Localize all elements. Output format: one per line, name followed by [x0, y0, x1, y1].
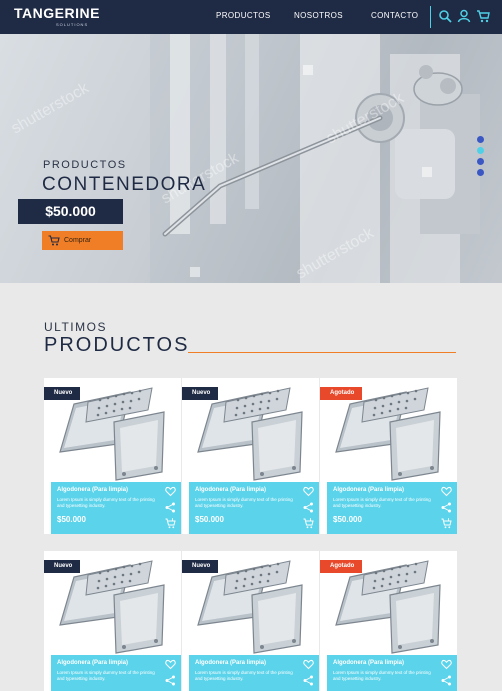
- share-icon[interactable]: [441, 502, 452, 513]
- carousel-dot-2[interactable]: [477, 147, 484, 154]
- brand-name: TANGERINE: [14, 5, 100, 21]
- product-badge: Nuevo: [182, 387, 219, 400]
- product-info: Algodonera (Para limpia) Lorem Ipsum is …: [189, 482, 319, 534]
- product-description: Lorem Ipsum is simply dummy text of the …: [195, 670, 293, 681]
- product-badge: Agotado: [320, 560, 363, 573]
- product-card[interactable]: Nuevo Algodonera (Para limpia) Lorem Ips…: [44, 551, 181, 691]
- cart-icon[interactable]: [476, 9, 490, 23]
- heart-icon[interactable]: [441, 659, 452, 670]
- heart-icon[interactable]: [303, 486, 314, 497]
- page: TANGERINE SOLUTIONS PRODUCTOS NOSOTROS C…: [0, 0, 502, 691]
- product-name[interactable]: Algodonera (Para limpia): [57, 660, 157, 666]
- product-price: $50.000: [333, 515, 362, 524]
- brand-tagline: SOLUTIONS: [56, 22, 89, 27]
- buy-button[interactable]: Comprar: [42, 231, 123, 250]
- nav-link-nosotros[interactable]: NOSOTROS: [294, 11, 343, 20]
- product-card[interactable]: Nuevo Algodonera (Para limpia) Lorem Ips…: [182, 551, 319, 691]
- product-badge: Nuevo: [182, 560, 219, 573]
- heart-icon[interactable]: [303, 659, 314, 670]
- hero-banner: shutterstock shutterstock shutterstock s…: [0, 34, 502, 283]
- product-description: Lorem Ipsum is simply dummy text of the …: [333, 497, 431, 508]
- product-name[interactable]: Algodonera (Para limpia): [333, 660, 433, 666]
- nav-divider: [430, 6, 431, 28]
- cart-add-icon[interactable]: [441, 518, 452, 529]
- product-card[interactable]: Nuevo Algodonera (Para limpia) Lorem Ips…: [182, 378, 319, 534]
- carousel-dot-3[interactable]: [477, 158, 484, 165]
- product-badge: Agotado: [320, 387, 363, 400]
- product-name[interactable]: Algodonera (Para limpia): [195, 487, 295, 493]
- share-icon[interactable]: [165, 502, 176, 513]
- product-info: Algodonera (Para limpia) Lorem Ipsum is …: [51, 655, 181, 691]
- share-icon[interactable]: [303, 502, 314, 513]
- product-description: Lorem Ipsum is simply dummy text of the …: [57, 670, 155, 681]
- hero-subtitle: PRODUCTOS: [43, 159, 127, 171]
- product-info: Algodonera (Para limpia) Lorem Ipsum is …: [327, 482, 457, 534]
- heart-icon[interactable]: [165, 659, 176, 670]
- product-description: Lorem Ipsum is simply dummy text of the …: [195, 497, 293, 508]
- cart-add-icon: [48, 235, 60, 246]
- section-subtitle: ULTIMOS: [44, 320, 107, 334]
- section-title: PRODUCTOS: [44, 334, 190, 356]
- buy-button-label: Comprar: [64, 237, 92, 244]
- share-icon[interactable]: [165, 675, 176, 686]
- product-badge: Nuevo: [44, 560, 81, 573]
- product-info: Algodonera (Para limpia) Lorem Ipsum is …: [327, 655, 457, 691]
- heart-icon[interactable]: [441, 486, 452, 497]
- search-icon[interactable]: [438, 9, 452, 23]
- product-description: Lorem Ipsum is simply dummy text of the …: [57, 497, 155, 508]
- product-price: $50.000: [57, 515, 86, 524]
- product-badge: Nuevo: [44, 387, 81, 400]
- product-card[interactable]: Agotado Algodonera (Para limpia) Lorem I…: [320, 378, 457, 534]
- nav-link-contacto[interactable]: CONTACTO: [371, 11, 418, 20]
- product-name[interactable]: Algodonera (Para limpia): [333, 487, 433, 493]
- nav-link-productos[interactable]: PRODUCTOS: [216, 11, 271, 20]
- hero-price: $50.000: [18, 199, 123, 224]
- heart-icon[interactable]: [165, 486, 176, 497]
- product-info: Algodonera (Para limpia) Lorem Ipsum is …: [51, 482, 181, 534]
- carousel-dot-4[interactable]: [477, 169, 484, 176]
- share-icon[interactable]: [303, 675, 314, 686]
- product-name[interactable]: Algodonera (Para limpia): [57, 487, 157, 493]
- cart-add-icon[interactable]: [165, 518, 176, 529]
- hero-title: CONTENEDORA: [42, 174, 207, 195]
- product-price: $50.000: [195, 515, 224, 524]
- top-navbar: TANGERINE SOLUTIONS PRODUCTOS NOSOTROS C…: [0, 0, 502, 34]
- cart-add-icon[interactable]: [303, 518, 314, 529]
- brand-logo[interactable]: TANGERINE SOLUTIONS: [14, 5, 100, 27]
- carousel-dot-1[interactable]: [477, 136, 484, 143]
- product-name[interactable]: Algodonera (Para limpia): [195, 660, 295, 666]
- share-icon[interactable]: [441, 675, 452, 686]
- product-description: Lorem Ipsum is simply dummy text of the …: [333, 670, 431, 681]
- svg-text:shutterstock: shutterstock: [9, 79, 93, 137]
- product-card[interactable]: Agotado Algodonera (Para limpia) Lorem I…: [320, 551, 457, 691]
- product-info: Algodonera (Para limpia) Lorem Ipsum is …: [189, 655, 319, 691]
- product-card[interactable]: Nuevo Algodonera (Para limpia) Lorem Ips…: [44, 378, 181, 534]
- section-divider: [188, 352, 456, 353]
- user-icon[interactable]: [457, 9, 471, 23]
